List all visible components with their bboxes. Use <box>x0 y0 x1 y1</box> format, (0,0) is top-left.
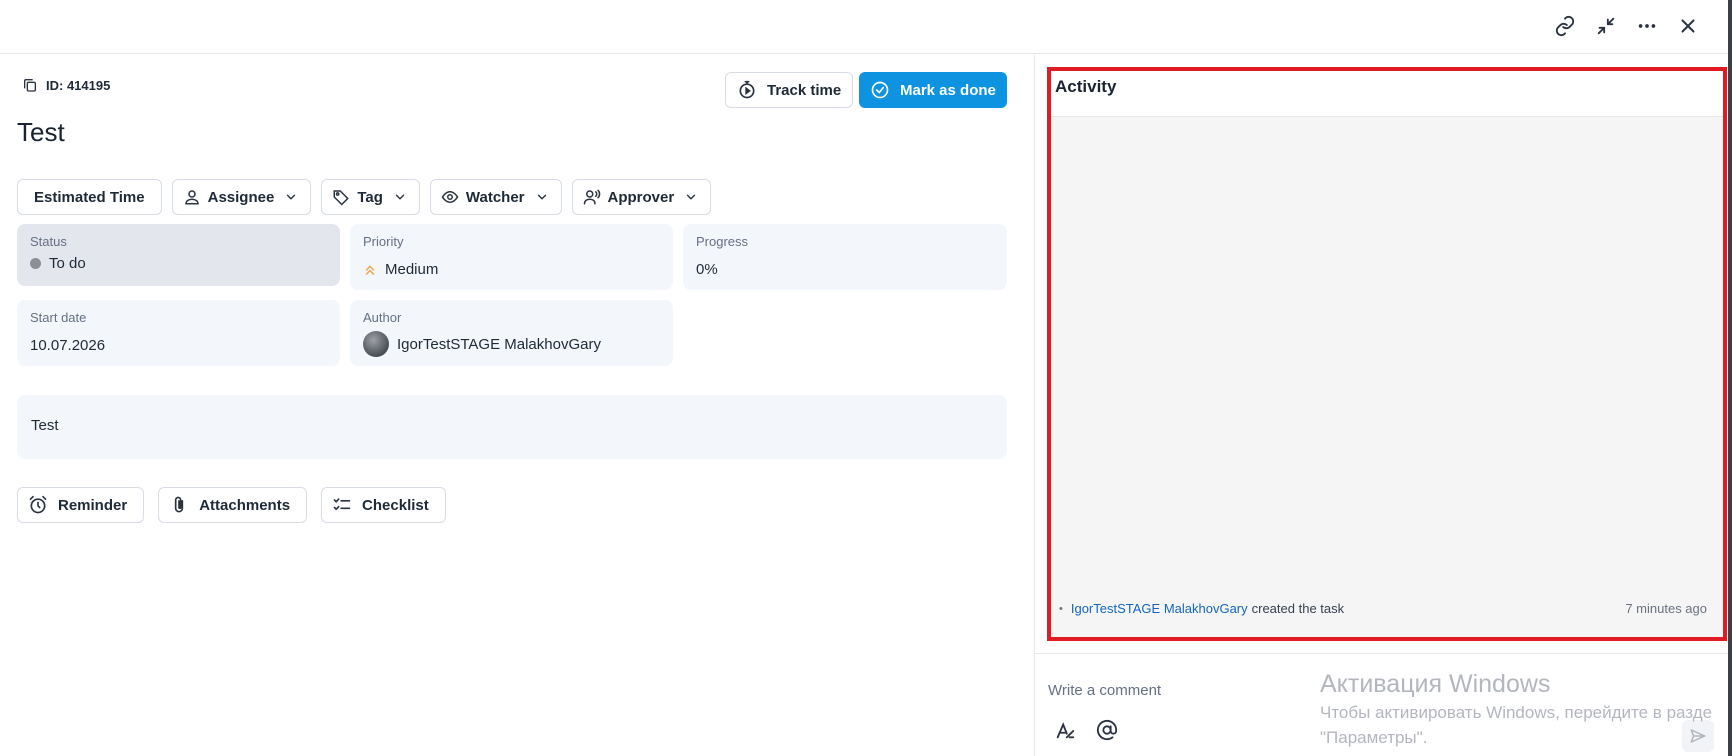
alarm-clock-icon <box>29 495 47 514</box>
checklist-label: Checklist <box>362 496 429 514</box>
watcher-label: Watcher <box>465 188 525 206</box>
status-card[interactable]: Status To do <box>17 224 340 286</box>
comment-input[interactable]: Write a comment <box>1048 682 1161 699</box>
at-sign-icon <box>1096 719 1118 741</box>
status-value-row: To do <box>30 255 327 272</box>
close-icon <box>1681 19 1695 33</box>
checklist-button[interactable]: Checklist <box>321 487 446 523</box>
chevron-down-icon <box>537 194 546 200</box>
track-time-button[interactable]: Track time <box>725 72 853 108</box>
checklist-icon <box>333 498 351 511</box>
progress-label: Progress <box>696 234 749 249</box>
attachments-button[interactable]: Attachments <box>158 487 308 523</box>
watermark-line-1: Чтобы активировать Windows, перейдите в … <box>1320 703 1713 722</box>
mark-as-done-label: Mark as done <box>900 81 996 99</box>
check-circle-icon <box>871 81 889 99</box>
activity-title: Activity <box>1051 71 1723 117</box>
assignee-label: Assignee <box>207 188 275 206</box>
start-date-value: 10.07.2026 <box>30 337 106 354</box>
status-label: Status <box>30 234 67 249</box>
top-actions <box>1551 12 1702 40</box>
watermark-title: Активация Windows <box>1320 670 1551 698</box>
stopwatch-icon <box>739 80 755 99</box>
track-time-label: Track time <box>767 81 842 99</box>
top-bar <box>0 0 1732 54</box>
start-date-card[interactable]: Start date 10.07.2026 <box>17 300 340 366</box>
task-id-row[interactable]: ID: 414195 <box>22 77 110 93</box>
estimated-time-button[interactable]: Estimated Time <box>17 179 162 215</box>
approver-icon <box>583 189 600 205</box>
paperclip-icon <box>175 496 184 513</box>
attachments-label: Attachments <box>199 496 291 514</box>
chevron-down-icon <box>395 194 405 200</box>
copy-icon <box>24 79 36 92</box>
task-id: ID: 414195 <box>46 77 111 93</box>
task-title[interactable]: Test <box>17 117 65 148</box>
approver-label: Approver <box>607 188 675 206</box>
user-icon <box>184 190 199 205</box>
estimated-time-label: Estimated Time <box>34 188 145 206</box>
eye-icon <box>441 190 459 204</box>
link-icon <box>1555 15 1575 37</box>
tag-label: Tag <box>357 188 383 206</box>
collapse-icon <box>1597 17 1615 35</box>
approver-dropdown[interactable]: Approver <box>571 179 712 215</box>
priority-card[interactable]: Priority Medium <box>350 224 673 290</box>
priority-label: Priority <box>363 234 404 249</box>
watcher-dropdown[interactable]: Watcher <box>429 179 562 215</box>
task-details-pane: ID: 414195 Test Track time Mark as done … <box>0 55 1034 756</box>
comment-tools <box>1053 718 1119 742</box>
activity-pane: Activity • IgorTestSTAGE MalakhovGary cr… <box>1034 55 1728 756</box>
assignee-dropdown[interactable]: Assignee <box>171 179 312 215</box>
chevron-down-icon <box>686 194 696 200</box>
attachments-toolbar: Reminder Attachments Checklist <box>17 487 446 523</box>
activity-feed[interactable]: • IgorTestSTAGE MalakhovGary created the… <box>1051 117 1723 637</box>
activity-highlight-box: Activity • IgorTestSTAGE MalakhovGary cr… <box>1047 67 1727 641</box>
status-dot <box>30 258 41 269</box>
mark-as-done-button[interactable]: Mark as done <box>859 72 1007 108</box>
priority-value-row: Medium <box>363 261 660 278</box>
avatar <box>363 331 389 357</box>
formatting-button[interactable] <box>1053 718 1077 742</box>
copy-link-button[interactable] <box>1551 12 1579 40</box>
window-edge <box>1728 0 1732 756</box>
priority-medium-icon <box>365 265 375 275</box>
author-card: Author IgorTestSTAGE MalakhovGary <box>350 300 673 366</box>
reminder-button[interactable]: Reminder <box>17 487 145 523</box>
tag-dropdown[interactable]: Tag <box>321 179 420 215</box>
start-date-label: Start date <box>30 310 87 325</box>
collapse-button[interactable] <box>1592 12 1620 40</box>
bullet-icon: • <box>1059 602 1063 615</box>
tag-icon <box>333 190 350 206</box>
progress-card[interactable]: Progress 0% <box>683 224 1007 290</box>
priority-value: Medium <box>385 261 439 278</box>
close-button[interactable] <box>1674 12 1702 40</box>
more-icon <box>1638 24 1656 28</box>
fields-toolbar: Estimated Time Assignee Tag Watcher Appr… <box>17 179 712 215</box>
watermark-line-2: "Параметры". <box>1320 728 1428 747</box>
text-format-icon <box>1056 722 1075 739</box>
activity-time: 7 minutes ago <box>1625 601 1707 616</box>
reminder-label: Reminder <box>58 496 128 514</box>
author-value: IgorTestSTAGE MalakhovGary <box>397 335 601 353</box>
activity-action: created the task <box>1251 601 1345 616</box>
status-value: To do <box>49 255 86 272</box>
author-label: Author <box>363 310 402 325</box>
activity-user-link[interactable]: IgorTestSTAGE MalakhovGary <box>1071 601 1248 616</box>
author-value-row: IgorTestSTAGE MalakhovGary <box>363 331 660 357</box>
activity-entry: • IgorTestSTAGE MalakhovGary created the… <box>1059 601 1707 616</box>
more-options-button[interactable] <box>1633 12 1661 40</box>
task-description[interactable]: Test <box>17 395 1007 459</box>
chevron-down-icon <box>287 194 296 200</box>
mention-button[interactable] <box>1095 718 1119 742</box>
windows-activation-watermark: Активация Windows Чтобы активировать Win… <box>1320 668 1712 750</box>
progress-value: 0% <box>696 261 718 278</box>
